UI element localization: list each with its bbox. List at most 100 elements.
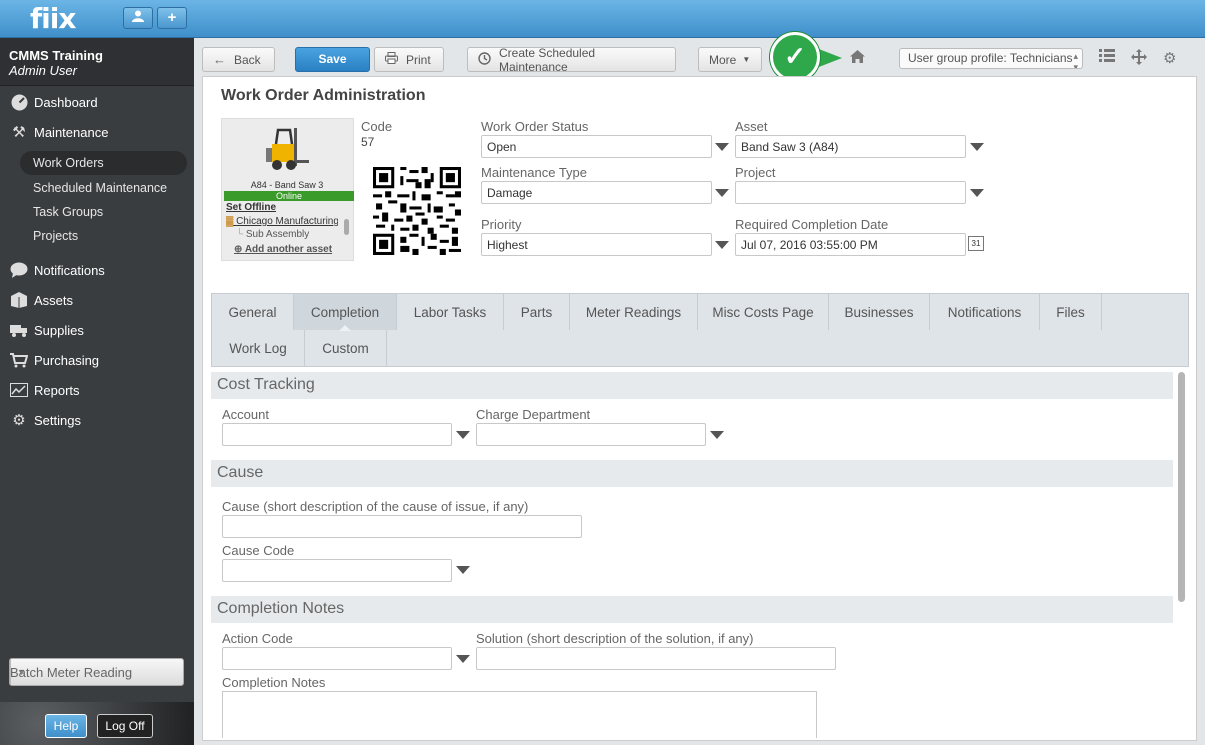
add-asset-label: Add another asset [244, 244, 333, 255]
set-offline-link[interactable]: Set Offline [226, 202, 276, 213]
account-select[interactable] [222, 423, 452, 446]
sidebar-item-settings[interactable]: ⚙ Settings [9, 409, 81, 431]
user-group-profile-select[interactable]: User group profile: Technicians ▴ ▾ [899, 48, 1083, 69]
more-dropdown-button[interactable]: More ▼ [698, 47, 762, 72]
tab-panel-scrollbar[interactable] [1178, 372, 1185, 602]
asset-card-name: A84 - Band Saw 3 [250, 180, 324, 190]
work-order-status-select[interactable]: Open [481, 135, 712, 158]
sidebar-item-notifications[interactable]: Notifications [9, 259, 105, 281]
dashboard-icon [9, 93, 29, 111]
log-off-button[interactable]: Log Off [97, 714, 153, 738]
sidebar-item-maintenance[interactable]: ⚒ Maintenance [9, 121, 108, 143]
chevron-down-icon[interactable] [456, 431, 470, 439]
required-completion-date-input[interactable]: Jul 07, 2016 03:55:00 PM [735, 233, 966, 256]
tab-completion-label: Completion [310, 304, 380, 320]
sidebar-subitem-task-groups[interactable]: Task Groups [33, 205, 103, 219]
asset-label: Asset [735, 119, 768, 134]
save-button[interactable]: Save [295, 47, 370, 72]
sidebar-item-supplies[interactable]: Supplies [9, 319, 84, 341]
sidebar-item-assets[interactable]: Assets [9, 289, 73, 311]
main-content: ← Back Save Print Create Scheduled Maint… [202, 32, 1197, 741]
sidebar-subitem-projects[interactable]: Projects [33, 229, 78, 243]
chevron-down-icon[interactable] [970, 143, 984, 151]
tab-notifications[interactable]: Notifications [930, 294, 1040, 330]
asset-select[interactable]: Band Saw 3 (A84) [735, 135, 966, 158]
chevron-down-icon[interactable] [456, 655, 470, 663]
sidebar-item-dashboard[interactable]: Dashboard [9, 91, 98, 113]
batch-meter-reading-label: Batch Meter Reading [10, 664, 133, 680]
back-button[interactable]: ← Back [202, 47, 275, 72]
sidebar-item-label: Purchasing [34, 352, 100, 368]
tab-general[interactable]: General [212, 294, 294, 330]
asset-list-scrollbar[interactable] [344, 219, 349, 235]
tab-labor-tasks[interactable]: Labor Tasks [397, 294, 504, 330]
chevron-down-icon[interactable] [715, 189, 729, 197]
list-view-icon[interactable] [1099, 49, 1115, 66]
sidebar-header: CMMS Training Admin User [0, 38, 194, 86]
asset-status-badge: Online [224, 191, 354, 201]
solution-input[interactable] [476, 647, 836, 670]
check-icon: ✓ [770, 32, 820, 82]
project-select[interactable] [735, 181, 966, 204]
chevron-down-icon[interactable] [456, 566, 470, 574]
tab-parts[interactable]: Parts [504, 294, 570, 330]
settings-gear-icon[interactable]: ⚙ [1163, 49, 1176, 67]
batch-meter-reading-button[interactable]: Batch Meter Reading ▼ [9, 658, 184, 686]
cause-description-input[interactable] [222, 515, 582, 538]
help-button[interactable]: Help [45, 714, 87, 738]
fiix-logo[interactable]: fiix [30, 2, 76, 35]
more-label: More [709, 52, 737, 67]
back-label: Back [234, 52, 261, 67]
tab-businesses[interactable]: Businesses [829, 294, 930, 330]
sidebar-item-reports[interactable]: Reports [9, 379, 80, 401]
action-code-select[interactable] [222, 647, 452, 670]
move-icon[interactable] [1131, 49, 1147, 69]
sidebar-subitem-scheduled-maintenance[interactable]: Scheduled Maintenance [33, 181, 167, 195]
code-label: Code [361, 119, 393, 134]
create-scheduled-maintenance-label: Create Scheduled Maintenance [499, 45, 596, 74]
user-icon [132, 10, 144, 22]
home-icon[interactable] [850, 50, 865, 66]
clock-icon [478, 51, 491, 68]
tab-meter-readings[interactable]: Meter Readings [570, 294, 698, 330]
add-another-asset-link[interactable]: ⊕ Add another asset [234, 244, 332, 255]
account-title: CMMS Training [9, 48, 103, 63]
sidebar-item-purchasing[interactable]: Purchasing [9, 349, 99, 371]
tab-misc-costs[interactable]: Misc Costs Page [698, 294, 829, 330]
user-icon-button[interactable] [123, 7, 153, 29]
add-asset-icon: ⊕ [234, 244, 243, 255]
cause-code-label: Cause Code [222, 543, 295, 558]
chevron-down-icon[interactable] [715, 241, 729, 249]
cause-code-select[interactable] [222, 559, 452, 582]
chevron-down-icon[interactable] [970, 189, 984, 197]
work-order-status-label: Work Order Status [481, 119, 589, 134]
print-label: Print [406, 52, 431, 67]
completion-notes-label: Completion Notes [222, 675, 326, 690]
sidebar-subitem-work-orders[interactable]: Work Orders [20, 151, 187, 175]
tab-files[interactable]: Files [1040, 294, 1102, 330]
location-label: Chicago Manufacturing [236, 216, 338, 227]
calendar-icon[interactable]: 31 [968, 236, 984, 251]
solution-label: Solution (short description of the solut… [476, 631, 754, 646]
tab-completion[interactable]: Completion [294, 294, 397, 331]
add-button[interactable]: + [157, 7, 187, 29]
print-button[interactable]: Print [374, 47, 444, 72]
chevron-down-icon[interactable] [715, 143, 729, 151]
tab-bar: General Completion Labor Tasks Parts Met… [211, 293, 1189, 367]
maintenance-type-select[interactable]: Damage [481, 181, 712, 204]
user-group-profile-value: User group profile: Technicians [908, 51, 1073, 65]
sidebar-footer: Help Log Off [0, 702, 194, 745]
toolbar: ← Back Save Print Create Scheduled Maint… [202, 32, 1197, 82]
sidebar-item-label: Reports [34, 382, 80, 398]
location-link[interactable]: ▓ Chicago Manufacturing [226, 216, 338, 227]
create-scheduled-maintenance-button[interactable]: Create Scheduled Maintenance [467, 45, 676, 74]
tab-work-log[interactable]: Work Log [212, 330, 305, 366]
charge-department-select[interactable] [476, 423, 706, 446]
chevron-down-icon[interactable] [710, 431, 724, 439]
forklift-icon [266, 128, 309, 170]
code-value: 57 [361, 135, 375, 149]
completion-notes-textarea[interactable] [222, 691, 817, 738]
tab-custom[interactable]: Custom [305, 330, 387, 366]
priority-select[interactable]: Highest [481, 233, 712, 256]
required-completion-date-label: Required Completion Date [735, 217, 889, 232]
